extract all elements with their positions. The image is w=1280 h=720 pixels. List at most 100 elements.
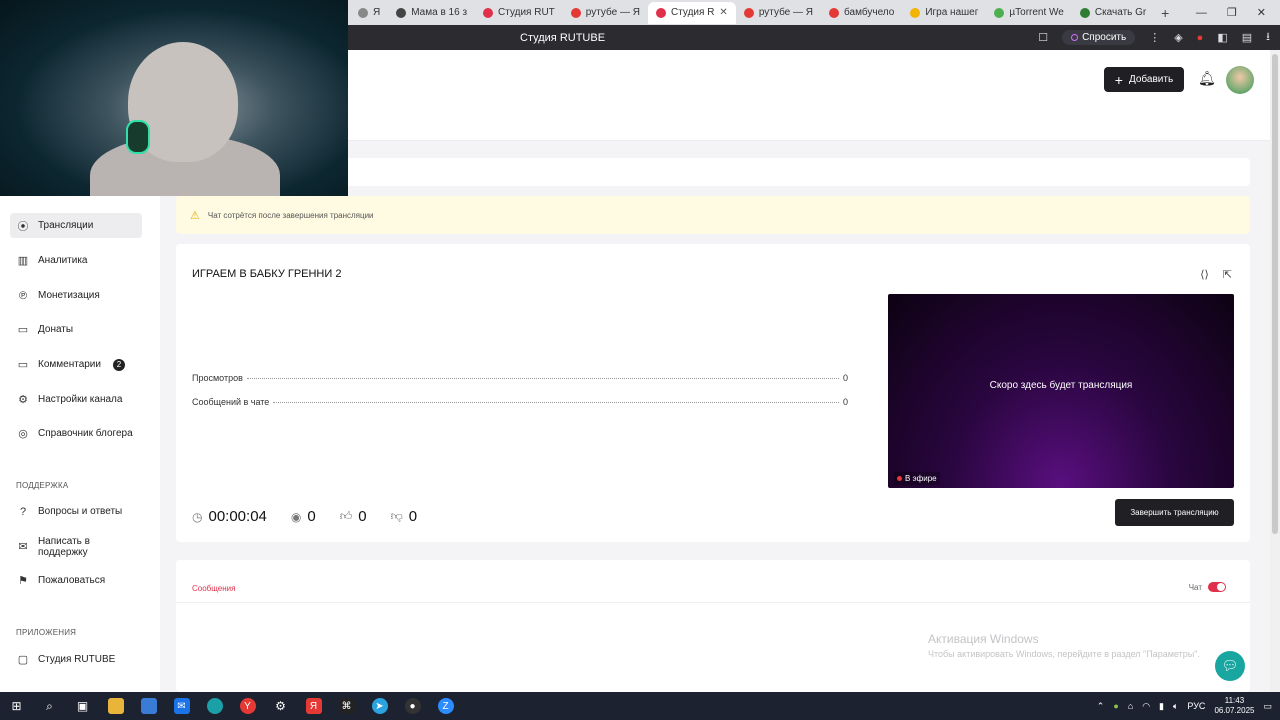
- clock[interactable]: 11:43 06.07.2025: [1214, 696, 1254, 716]
- microphone-icon[interactable]: ▮: [1159, 701, 1164, 712]
- sidebar-item-contact-support[interactable]: ✉ Написать в поддержку: [10, 534, 142, 559]
- browser-tab[interactable]: µTorrent We: [986, 2, 1071, 24]
- page-scrollbar[interactable]: [1270, 50, 1280, 692]
- maximize-button[interactable]: ❐: [1227, 6, 1237, 19]
- sidebar-item-faq[interactable]: ? Вопросы и ответы: [10, 499, 142, 524]
- chat-warning-banner: ⚠ Чат сотрётся после завершения трансляц…: [176, 196, 1250, 234]
- download-icon[interactable]: ⭳: [1266, 28, 1270, 47]
- sidebar-item-rutube-studio-app[interactable]: ▢ Студия RUTUBE: [10, 647, 142, 672]
- add-button[interactable]: + Добавить: [1104, 67, 1184, 92]
- window-controls: — ❐ ✕: [1196, 0, 1280, 25]
- sidebar: ⦿ Трансляции ▥ Аналитика ℗ Монетизация ▭…: [0, 196, 160, 692]
- collections-icon[interactable]: ▤: [1242, 31, 1252, 44]
- browser-tab[interactable]: Студия RUT: [475, 2, 563, 24]
- stream-preview[interactable]: Скоро здесь будет трансляция В эфире: [888, 294, 1234, 488]
- sidebar-item-comments[interactable]: ▭ Комментарии 2: [10, 352, 142, 377]
- headset-icon: [126, 120, 150, 154]
- webcam-overlay: [0, 0, 348, 196]
- browser-tab[interactable]: рутубе — Я: [563, 2, 648, 24]
- browser-tab[interactable]: рутубе — Я: [736, 2, 821, 24]
- language-indicator[interactable]: РУС: [1187, 701, 1205, 711]
- sidebar-item-channel-settings[interactable]: ⚙ Настройки канала: [10, 387, 142, 412]
- wifi-icon[interactable]: ◠: [1142, 701, 1150, 712]
- settings-icon[interactable]: ⚙: [264, 692, 297, 720]
- search-icon[interactable]: ⌕: [33, 692, 66, 720]
- question-icon: ?: [19, 505, 27, 518]
- sidebar-item-monetization[interactable]: ℗ Монетизация: [10, 283, 142, 308]
- chat-toggle-group: Чат: [1189, 582, 1226, 592]
- record-icon[interactable]: ●: [1197, 32, 1204, 44]
- ask-button[interactable]: Спросить: [1062, 30, 1136, 45]
- chat-toggle[interactable]: [1208, 582, 1226, 592]
- avatar[interactable]: [1226, 66, 1254, 94]
- browser-tab[interactable]: Скачать Gr: [1072, 2, 1154, 24]
- compass-icon: ◎: [18, 428, 28, 440]
- dot-leader: [246, 378, 839, 379]
- browser-tab[interactable]: бамбучело: [821, 2, 902, 24]
- tray-app-icon[interactable]: ●: [1113, 701, 1118, 711]
- sidebar-item-donations[interactable]: ▭ Донаты: [10, 317, 142, 342]
- end-stream-button[interactable]: Завершить трансляцию: [1115, 499, 1234, 526]
- chat-bubble-icon: 💬︎: [1221, 658, 1239, 673]
- thumbs-up-icon: 👍︎: [339, 509, 353, 523]
- extension-icon[interactable]: ◈: [1174, 31, 1182, 44]
- telegram-icon[interactable]: ➤: [363, 692, 396, 720]
- screenshot-icon[interactable]: ◧: [1217, 31, 1227, 44]
- stream-title: ИГРАЕМ В БАБКУ ГРЕННИ 2: [192, 268, 342, 280]
- divider: [176, 602, 1250, 603]
- windows-taskbar: ⊞ ⌕ ▣ ✉ Y ⚙ Я ⌘ ➤ ● Z ⌃ ● ⌂ ◠ ▮ 🔈︎ РУС 1…: [0, 692, 1280, 720]
- browser-tab[interactable]: Игра нашег: [902, 2, 986, 24]
- bell-icon[interactable]: 🔔︎: [1198, 70, 1216, 87]
- clock-icon: ◷: [192, 509, 203, 524]
- stat-views: Просмотров 0: [192, 373, 848, 383]
- sidebar-item-analytics[interactable]: ▥ Аналитика: [10, 248, 142, 273]
- sidebar-item-blogger-guide[interactable]: ◎ Справочник блогера: [10, 421, 142, 446]
- notification-icon[interactable]: ▭: [1263, 701, 1272, 712]
- minimize-button[interactable]: —: [1196, 7, 1207, 19]
- bookmark-icon[interactable]: ☐: [1038, 31, 1048, 44]
- share-icon[interactable]: ⟨⟩: [1200, 268, 1209, 281]
- mail-app-icon[interactable]: ✉: [165, 692, 198, 720]
- capcut-icon[interactable]: ⌘: [330, 692, 363, 720]
- chart-icon: ▥: [17, 255, 29, 267]
- browser-tab[interactable]: Я: [350, 2, 388, 24]
- zoom-icon[interactable]: Z: [429, 692, 462, 720]
- file-explorer-icon[interactable]: [99, 692, 132, 720]
- close-tab-icon[interactable]: ✕: [719, 7, 727, 18]
- chat-card: Сообщения Чат: [176, 560, 1250, 692]
- coin-icon: ℗: [18, 289, 28, 302]
- flag-icon: ⚑: [18, 575, 28, 587]
- scrollbar-thumb[interactable]: [1272, 54, 1278, 534]
- favicon-icon: [829, 7, 840, 18]
- favicon-icon: [396, 7, 407, 18]
- support-chat-button[interactable]: 💬︎: [1215, 651, 1245, 681]
- favicon-icon: [358, 7, 368, 18]
- close-window-button[interactable]: ✕: [1257, 6, 1266, 19]
- yandex-browser-icon[interactable]: Y: [231, 692, 264, 720]
- browser-tab[interactable]: Студия R ✕: [648, 1, 736, 24]
- dislikes-counter: 👎︎ 0: [390, 508, 418, 525]
- browser-tab[interactable]: Мама в 16 з: [388, 2, 475, 24]
- task-view-icon[interactable]: ▣: [66, 692, 99, 720]
- network-icon[interactable]: ⌂: [1128, 701, 1133, 711]
- preview-placeholder-text: Скоро здесь будет трансляция: [989, 380, 1133, 391]
- speaker-icon[interactable]: 🔈︎: [1173, 701, 1178, 712]
- menu-icon[interactable]: ⋮: [1149, 31, 1160, 44]
- edge-icon[interactable]: [198, 692, 231, 720]
- obs-icon[interactable]: ●: [396, 692, 429, 720]
- sidebar-item-report[interactable]: ⚑ Пожаловаться: [10, 568, 142, 593]
- comment-icon: ▭: [17, 359, 29, 371]
- gear-icon: ⚙: [18, 394, 28, 406]
- yandex-icon[interactable]: Я: [297, 692, 330, 720]
- tab-messages[interactable]: Сообщения: [192, 584, 235, 593]
- windows-activation-watermark: Активация Windows Чтобы активировать Win…: [928, 632, 1200, 659]
- open-external-icon[interactable]: ⇱: [1223, 268, 1232, 281]
- sidebar-item-streams[interactable]: ⦿ Трансляции: [10, 213, 142, 238]
- chevron-up-icon[interactable]: ⌃: [1097, 701, 1105, 712]
- store-icon[interactable]: [132, 692, 165, 720]
- start-button[interactable]: ⊞: [0, 692, 33, 720]
- thumbs-down-icon: 👎︎: [390, 509, 403, 523]
- stat-chat-messages: Сообщений в чате 0: [192, 397, 848, 407]
- new-tab-button[interactable]: +: [1154, 5, 1176, 21]
- favicon-icon: [994, 7, 1005, 18]
